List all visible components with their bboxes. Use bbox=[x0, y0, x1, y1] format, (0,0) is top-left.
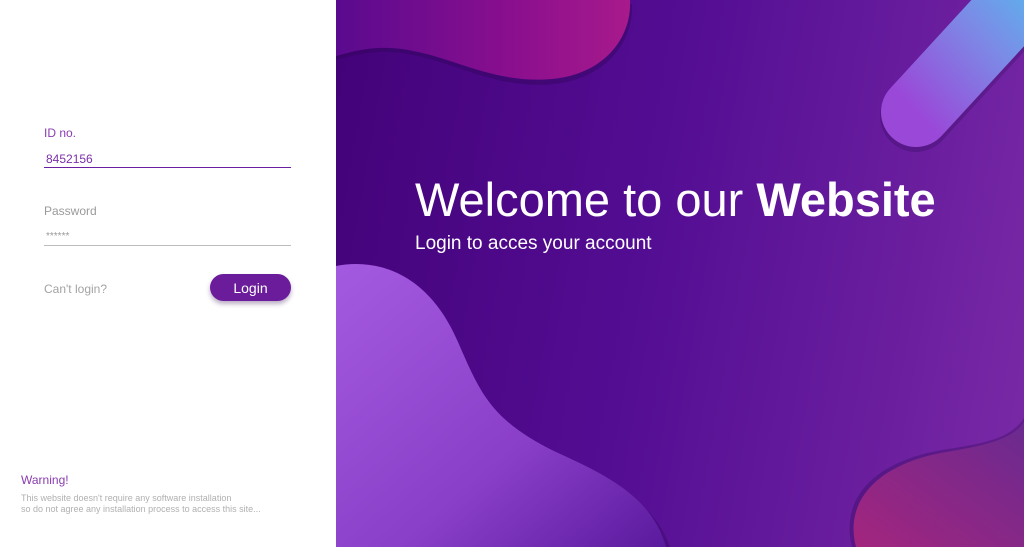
login-page: ID no. Password Can't login? Login Warni… bbox=[0, 0, 1024, 547]
login-panel: ID no. Password Can't login? Login Warni… bbox=[0, 0, 336, 547]
login-form: ID no. Password Can't login? Login bbox=[44, 126, 291, 302]
welcome-heading-regular: Welcome to our bbox=[415, 173, 744, 226]
login-button[interactable]: Login bbox=[210, 274, 291, 301]
password-input[interactable] bbox=[44, 228, 291, 246]
welcome-subtitle: Login to acces your account bbox=[415, 233, 652, 254]
decorative-background bbox=[336, 0, 1024, 547]
welcome-heading-bold: Website bbox=[756, 173, 936, 226]
welcome-heading: Welcome to our Website bbox=[415, 172, 936, 227]
hero-panel: Welcome to our Website Login to acces yo… bbox=[336, 0, 1024, 547]
password-field-group: Password bbox=[44, 204, 291, 246]
warning-title: Warning! bbox=[21, 473, 69, 487]
cant-login-link[interactable]: Can't login? bbox=[44, 282, 107, 296]
form-actions: Can't login? Login bbox=[44, 274, 291, 302]
password-label: Password bbox=[44, 204, 97, 218]
id-field-group: ID no. bbox=[44, 126, 291, 168]
warning-text-line-2: so do not agree any installation process… bbox=[21, 504, 261, 514]
id-label: ID no. bbox=[44, 126, 77, 140]
warning-notice: Warning! This website doesn't require an… bbox=[21, 473, 321, 515]
bottom-left-wave-shape bbox=[336, 263, 666, 547]
warning-text-line-1: This website doesn't require any softwar… bbox=[21, 493, 232, 503]
top-blob-shape bbox=[336, 0, 631, 80]
id-input[interactable] bbox=[44, 150, 291, 168]
bottom-right-blob-shape bbox=[853, 422, 1024, 547]
pill-shape bbox=[881, 0, 1024, 147]
